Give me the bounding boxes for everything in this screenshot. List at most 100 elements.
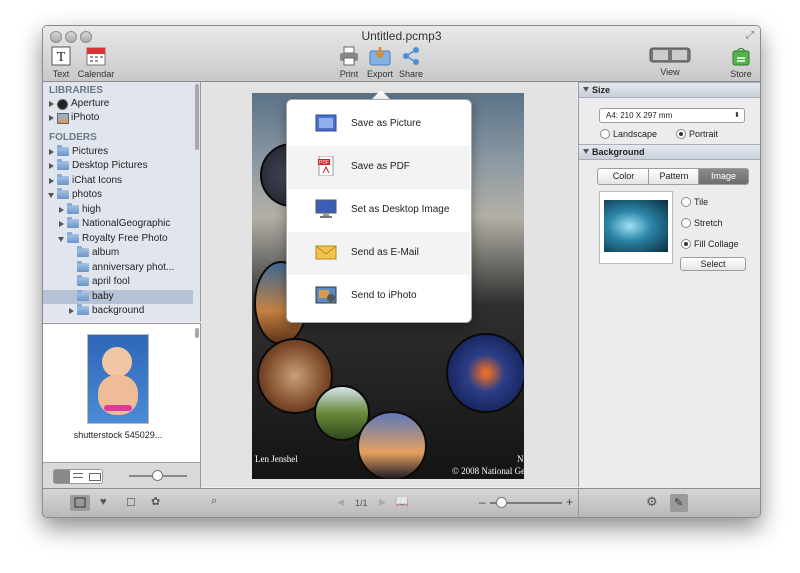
inspector-toggle-button[interactable]: ✎ — [670, 494, 688, 512]
photos-mode-button[interactable] — [70, 495, 90, 511]
landscape-radio[interactable] — [600, 129, 610, 139]
export-label: Export — [366, 69, 393, 79]
folder-item-anniversary[interactable]: anniversary phot... — [43, 261, 193, 275]
landscape-label: Landscape — [613, 129, 658, 139]
tab-image[interactable]: Image — [698, 168, 749, 185]
background-section-header[interactable]: Background — [579, 144, 760, 160]
detail-view-icon[interactable] — [89, 473, 101, 481]
set-as-desktop-image-item[interactable]: Set as Desktop Image — [288, 189, 470, 232]
library-item-iphoto[interactable]: iPhoto — [43, 111, 193, 125]
folder-item-pictures[interactable]: Pictures — [43, 145, 193, 159]
stretch-radio[interactable] — [681, 218, 691, 228]
picture-icon — [315, 113, 337, 133]
folder-label: high — [82, 204, 101, 215]
disclosure-right-icon[interactable] — [69, 308, 74, 314]
grid-view-icon[interactable] — [54, 470, 70, 483]
text-tool-button[interactable]: T Text — [48, 46, 74, 79]
collage-photo[interactable] — [446, 333, 524, 413]
zoom-search-icon[interactable]: ⌕ — [211, 495, 217, 508]
frame-icon[interactable]: ☐ — [126, 496, 136, 509]
disclosure-right-icon[interactable] — [49, 163, 54, 169]
save-as-pdf-item[interactable]: PDF Save as PDF — [288, 146, 470, 189]
flower-icon[interactable]: ✿ — [151, 495, 160, 508]
folder-label: baby — [92, 291, 114, 302]
gear-icon[interactable]: ⚙ — [646, 494, 658, 510]
thumbnail-view-bar — [43, 462, 201, 488]
thumbnail-image[interactable] — [87, 334, 149, 424]
aperture-icon — [57, 99, 68, 110]
toy-shape — [104, 405, 132, 411]
fill-collage-label: Fill Collage — [694, 239, 739, 249]
divider — [578, 489, 579, 517]
size-section-header[interactable]: Size — [579, 82, 760, 98]
disclosure-right-icon[interactable] — [59, 221, 64, 227]
tile-radio[interactable] — [681, 197, 691, 207]
folder-icon — [67, 217, 79, 228]
thumbnail-scrollbar[interactable] — [195, 328, 199, 338]
inspector-panel: Size A4: 210 X 297 mm ⬍ Landscape Portra… — [578, 82, 760, 487]
folder-icon — [57, 159, 69, 170]
send-to-iphoto-item[interactable]: Send to iPhoto — [288, 275, 470, 318]
view-button[interactable]: View — [645, 46, 695, 77]
folder-item-royalty-free-photo[interactable]: Royalty Free Photo — [43, 232, 193, 246]
collage-photo[interactable] — [357, 411, 427, 479]
portrait-radio[interactable] — [676, 129, 686, 139]
tab-color[interactable]: Color — [597, 168, 650, 185]
store-button[interactable]: Store — [727, 46, 755, 79]
folder-icon — [67, 203, 79, 214]
zoom-in-button[interactable]: + — [566, 495, 573, 509]
folder-item-desktop-pictures[interactable]: Desktop Pictures — [43, 159, 193, 173]
disclosure-right-icon[interactable] — [49, 101, 54, 107]
export-button[interactable]: Export — [364, 46, 396, 79]
disclosure-right-icon[interactable] — [49, 178, 54, 184]
svg-text:T: T — [57, 50, 66, 65]
folder-item-baby[interactable]: baby — [43, 290, 193, 304]
paper-size-select[interactable]: A4: 210 X 297 mm ⬍ — [599, 108, 745, 123]
disclosure-down-icon[interactable] — [48, 193, 54, 198]
store-label: Store — [730, 69, 752, 79]
text-icon: T — [48, 46, 74, 68]
print-label: Print — [339, 69, 359, 79]
list-view-icon[interactable] — [73, 473, 83, 478]
zoom-slider-knob[interactable] — [496, 497, 508, 508]
disclosure-down-icon[interactable] — [583, 149, 589, 154]
photo-icon — [74, 497, 86, 508]
folder-icon — [77, 290, 89, 301]
folder-item-background[interactable]: background — [43, 304, 193, 318]
print-button[interactable]: Print — [337, 46, 361, 79]
heart-icon[interactable]: ♥ — [100, 496, 107, 508]
book-icon[interactable]: 📖 — [395, 495, 409, 508]
library-item-aperture[interactable]: Aperture — [43, 97, 193, 111]
sidebar-scrollbar[interactable] — [195, 84, 199, 150]
view-toggle-icon — [645, 46, 695, 66]
disclosure-down-icon[interactable] — [583, 87, 589, 92]
disclosure-right-icon[interactable] — [49, 149, 54, 155]
fullscreen-icon[interactable]: ⤢ — [746, 30, 754, 41]
folder-item-april-fool[interactable]: april fool — [43, 275, 193, 289]
folder-item-album[interactable]: album — [43, 246, 193, 260]
folder-item-nationalgeographic[interactable]: NationalGeographic — [43, 217, 193, 231]
folder-item-ichat-icons[interactable]: iChat Icons — [43, 174, 193, 188]
disclosure-down-icon[interactable] — [58, 237, 64, 242]
save-as-picture-item[interactable]: Save as Picture — [288, 103, 470, 146]
baby-face-shape — [102, 347, 132, 377]
next-page-icon[interactable]: ▶ — [379, 497, 386, 508]
folder-item-photos[interactable]: photos — [43, 188, 193, 202]
thumbnail-size-knob[interactable] — [152, 470, 163, 481]
folder-label: NationalGeographic — [82, 218, 171, 229]
fill-collage-radio[interactable] — [681, 239, 691, 249]
send-as-email-item[interactable]: Send as E-Mail — [288, 232, 470, 275]
zoom-out-button[interactable]: – — [479, 495, 486, 509]
calendar-tool-button[interactable]: Calendar — [76, 46, 116, 79]
share-button[interactable]: Share — [398, 46, 424, 79]
folder-item-high[interactable]: high — [43, 203, 193, 217]
printer-icon — [337, 46, 361, 68]
tab-pattern[interactable]: Pattern — [648, 168, 700, 185]
desktop-monitor-icon — [315, 199, 337, 219]
disclosure-right-icon[interactable] — [49, 115, 54, 121]
disclosure-right-icon[interactable] — [59, 207, 64, 213]
folder-label: april fool — [92, 276, 130, 287]
select-image-button[interactable]: Select — [680, 257, 746, 271]
background-preview[interactable] — [599, 191, 673, 264]
previous-page-icon[interactable]: ◀ — [337, 497, 344, 508]
